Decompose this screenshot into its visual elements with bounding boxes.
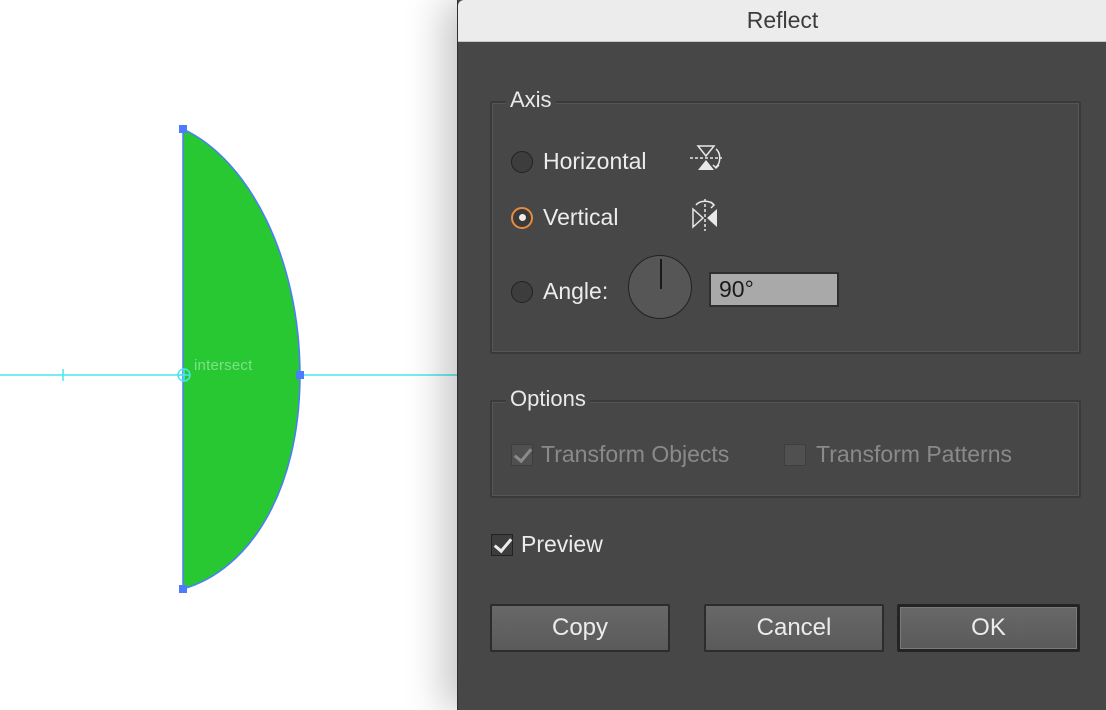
horizontal-option[interactable]: Horizontal (511, 148, 647, 175)
transform-objects-checkbox[interactable] (511, 443, 533, 466)
transform-patterns-label: Transform Patterns (816, 441, 1012, 467)
transform-patterns-option[interactable]: Transform Patterns (784, 441, 1012, 468)
reflect-horizontal-icon (690, 145, 722, 170)
anchor-point-right[interactable] (296, 371, 304, 379)
angle-label: Angle: (543, 278, 609, 304)
dialog-titlebar[interactable]: Reflect (458, 0, 1106, 42)
dialog-title: Reflect (746, 7, 819, 33)
ok-button[interactable]: OK (897, 604, 1080, 652)
horizontal-radio[interactable] (511, 150, 533, 173)
transform-patterns-checkbox[interactable] (784, 443, 806, 466)
axis-legend: Axis (506, 87, 556, 113)
smart-guide-label: intersect (194, 357, 253, 374)
angle-dial[interactable] (628, 255, 692, 319)
reflect-vertical-icon (692, 199, 717, 231)
cancel-button[interactable]: Cancel (704, 604, 884, 652)
vertical-option[interactable]: Vertical (511, 204, 618, 231)
angle-radio[interactable] (511, 280, 533, 303)
options-legend: Options (506, 386, 590, 412)
anchor-point-top[interactable] (179, 125, 187, 133)
reflect-dialog: Reflect Axis Horizontal Vertical Angle: … (457, 0, 1106, 710)
vertical-label: Vertical (543, 204, 619, 230)
transform-objects-option[interactable]: Transform Objects (511, 441, 729, 468)
copy-button[interactable]: Copy (490, 604, 670, 652)
preview-option[interactable]: Preview (491, 531, 603, 558)
axis-group: Axis Horizontal Vertical Angle: 90° (490, 87, 1081, 354)
preview-checkbox[interactable] (491, 533, 513, 556)
angle-input[interactable]: 90° (709, 272, 839, 307)
preview-label: Preview (521, 531, 603, 557)
options-group: Options Transform Objects Transform Patt… (490, 386, 1081, 498)
transform-objects-label: Transform Objects (541, 441, 730, 467)
vertical-radio[interactable] (511, 206, 533, 229)
anchor-point-bottom[interactable] (179, 585, 187, 593)
horizontal-label: Horizontal (543, 148, 647, 174)
angle-option[interactable]: Angle: (511, 278, 608, 305)
